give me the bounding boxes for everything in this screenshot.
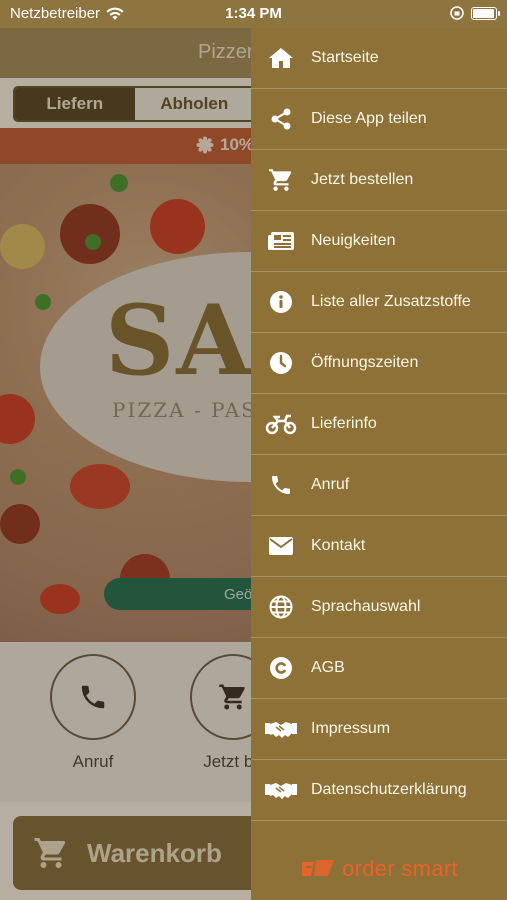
menu-item-label: Kontakt (311, 537, 366, 554)
order-smart-brand-text: order smart (342, 856, 458, 881)
share-icon (271, 108, 291, 130)
menu-item-label: Liste aller Zusatzstoffe (311, 293, 471, 310)
order-smart-logo: order smart (251, 856, 507, 882)
home-icon (269, 48, 293, 68)
handshake-icon (265, 783, 297, 799)
menu-item-label: Jetzt bestellen (311, 171, 414, 188)
menu-item-label: Datenschutzerklärung (311, 781, 467, 798)
info-icon (270, 291, 292, 313)
menu-item-language[interactable]: Sprachauswahl (251, 577, 507, 638)
menu-item-label: Impressum (311, 720, 391, 737)
menu-item-contact[interactable]: Kontakt (251, 516, 507, 577)
menu-item-label: Öffnungszeiten (311, 354, 419, 371)
menu-item-label: Sprachauswahl (311, 598, 421, 615)
system-icons (449, 5, 500, 21)
navigation-drawer: Startseite Diese App teilen Jetzt bestel… (251, 28, 507, 900)
status-bar: Netzbetreiber 1:34 PM (0, 0, 507, 28)
menu-item-additives[interactable]: Liste aller Zusatzstoffe (251, 272, 507, 333)
menu-item-share[interactable]: Diese App teilen (251, 89, 507, 150)
menu-item-label: Lieferinfo (311, 415, 377, 432)
menu-item-label: AGB (311, 659, 345, 676)
menu-item-order[interactable]: Jetzt bestellen (251, 150, 507, 211)
clock-time: 1:34 PM (225, 5, 282, 22)
clock-icon (270, 352, 292, 374)
battery-icon (471, 6, 500, 20)
handshake-icon (265, 722, 297, 738)
menu-item-label: Startseite (311, 49, 379, 66)
orientation-lock-icon (450, 6, 464, 20)
mail-icon (269, 537, 293, 555)
menu-item-news[interactable]: Neuigkeiten (251, 211, 507, 272)
globe-icon (269, 595, 293, 619)
menu-item-agb[interactable]: AGB (251, 638, 507, 699)
menu-item-label: Neuigkeiten (311, 232, 396, 249)
menu-item-label: Anruf (311, 476, 350, 493)
menu-item-impressum[interactable]: Impressum (251, 699, 507, 760)
menu-item-opening-hours[interactable]: Öffnungszeiten (251, 333, 507, 394)
copyright-icon (270, 657, 292, 679)
menu-item-call[interactable]: Anruf (251, 455, 507, 516)
menu-item-label: Diese App teilen (311, 110, 427, 127)
motorbike-icon (265, 414, 297, 435)
order-smart-logo-icon (302, 860, 335, 876)
menu-item-delivery-info[interactable]: Lieferinfo (251, 394, 507, 455)
menu-item-privacy[interactable]: Datenschutzerklärung (251, 760, 507, 821)
menu-item-startseite[interactable]: Startseite (251, 28, 507, 89)
news-icon (268, 232, 294, 250)
phone-icon (272, 476, 290, 494)
cart-icon (269, 169, 292, 191)
